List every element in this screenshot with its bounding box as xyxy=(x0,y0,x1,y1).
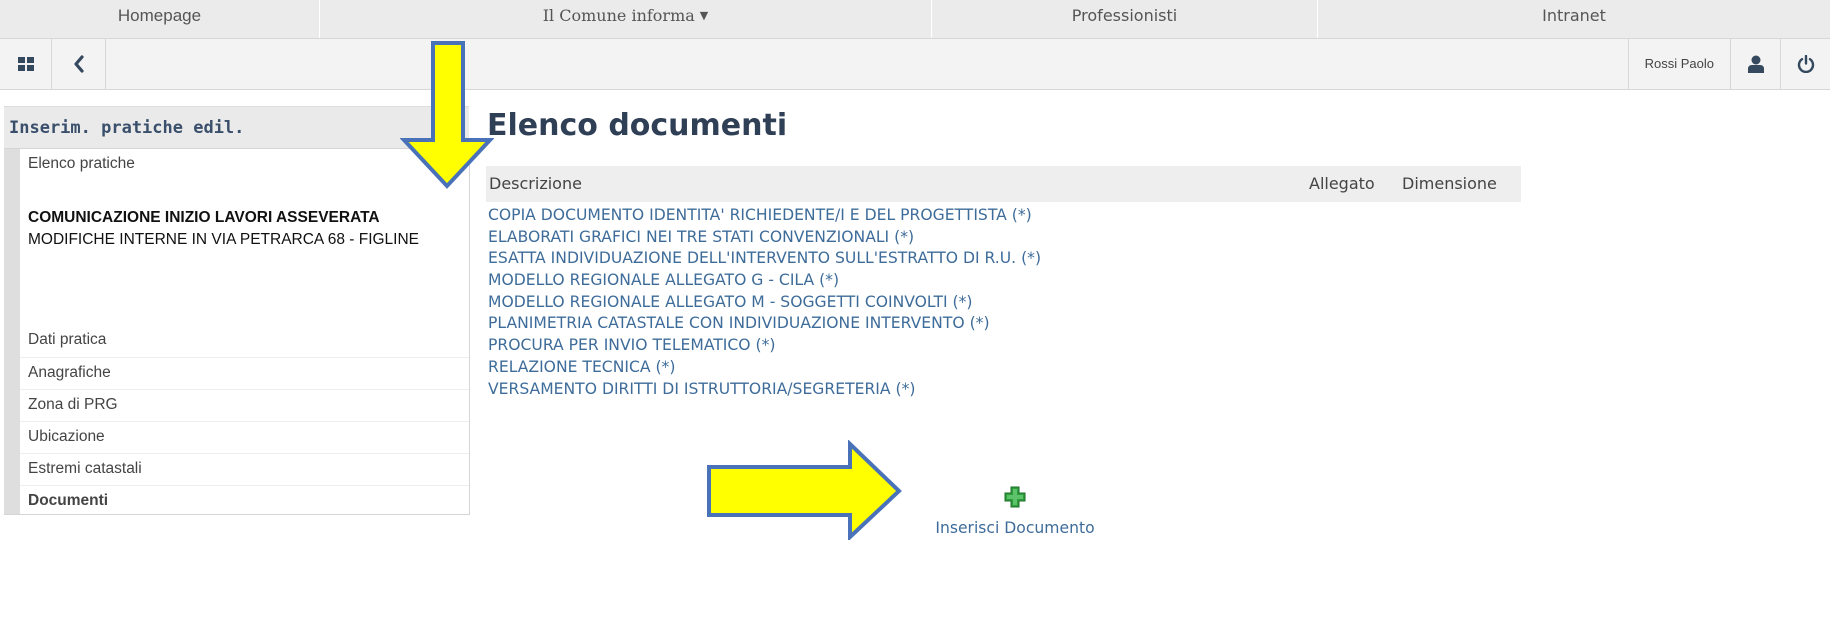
document-link[interactable]: MODELLO REGIONALE ALLEGATO G - CILA (*) xyxy=(488,270,1041,292)
nav-comune-informa-label: Il Comune informa xyxy=(542,6,695,25)
document-link[interactable]: RELAZIONE TECNICA (*) xyxy=(488,357,1041,379)
user-icon xyxy=(1747,55,1764,73)
insert-document-label: Inserisci Documento xyxy=(935,519,1095,537)
toolbar-user-area: Rossi Paolo xyxy=(1627,39,1830,89)
sidebar-item-documenti[interactable]: Documenti xyxy=(20,485,469,514)
user-name[interactable]: Rossi Paolo xyxy=(1627,39,1730,89)
profile-button[interactable] xyxy=(1730,39,1780,89)
document-link[interactable]: VERSAMENTO DIRITTI DI ISTRUTTORIA/SEGRET… xyxy=(488,379,1041,401)
column-header-dimensione: Dimensione xyxy=(1402,174,1497,193)
document-link[interactable]: ELABORATI GRAFICI NEI TRE STATI CONVENZI… xyxy=(488,227,1041,249)
sidebar-item-zona-prg[interactable]: Zona di PRG xyxy=(20,389,469,421)
arrow-right-icon xyxy=(707,440,902,540)
sidebar-item-estremi-catastali[interactable]: Estremi catastali xyxy=(20,453,469,485)
nav-professionisti[interactable]: Professionisti xyxy=(932,0,1318,38)
pratica-description: MODIFICHE INTERNE IN VIA PETRARCA 68 - F… xyxy=(28,231,420,248)
nav-homepage[interactable]: Homepage xyxy=(0,0,320,38)
arrow-down-icon xyxy=(400,41,494,189)
document-link[interactable]: COPIA DOCUMENTO IDENTITA' RICHIEDENTE/I … xyxy=(488,205,1041,227)
toolbar: Rossi Paolo xyxy=(0,38,1830,90)
sidebar-item-dati-pratica[interactable]: Dati pratica xyxy=(20,325,469,357)
pratica-summary: COMUNICAZIONE INIZIO LAVORI ASSEVERATA M… xyxy=(20,197,469,323)
column-header-descrizione: Descrizione xyxy=(489,174,582,193)
caret-down-icon: ▼ xyxy=(699,9,709,22)
pratica-title: COMUNICAZIONE INIZIO LAVORI ASSEVERATA xyxy=(28,209,380,226)
back-button[interactable] xyxy=(52,39,106,89)
plus-icon xyxy=(1004,486,1026,508)
sidebar: Elenco pratiche COMUNICAZIONE INIZIO LAV… xyxy=(4,148,470,515)
chevron-left-icon xyxy=(73,55,84,73)
logout-button[interactable] xyxy=(1780,39,1830,89)
insert-document-button[interactable]: Inserisci Documento xyxy=(890,486,1140,537)
apps-button[interactable] xyxy=(0,39,52,89)
grid-icon xyxy=(17,57,34,71)
sidebar-item-anagrafiche[interactable]: Anagrafiche xyxy=(20,357,469,389)
page-title: Elenco documenti xyxy=(487,108,788,143)
sidebar-item-ubicazione[interactable]: Ubicazione xyxy=(20,421,469,453)
top-navigation: Homepage Il Comune informa ▼ Professionis… xyxy=(0,0,1830,38)
document-link[interactable]: PLANIMETRIA CATASTALE CON INDIVIDUAZIONE… xyxy=(488,313,1041,335)
nav-intranet[interactable]: Intranet xyxy=(1318,0,1830,38)
documents-table-header: Descrizione Allegato Dimensione xyxy=(486,166,1521,202)
document-link[interactable]: ESATTA INDIVIDUAZIONE DELL'INTERVENTO SU… xyxy=(488,248,1041,270)
document-link[interactable]: PROCURA PER INVIO TELEMATICO (*) xyxy=(488,335,1041,357)
nav-comune-informa[interactable]: Il Comune informa ▼ xyxy=(320,0,932,38)
power-icon xyxy=(1797,55,1814,73)
document-link[interactable]: MODELLO REGIONALE ALLEGATO M - SOGGETTI … xyxy=(488,292,1041,314)
column-header-allegato: Allegato xyxy=(1309,174,1375,193)
documents-list: COPIA DOCUMENTO IDENTITA' RICHIEDENTE/I … xyxy=(488,205,1041,400)
